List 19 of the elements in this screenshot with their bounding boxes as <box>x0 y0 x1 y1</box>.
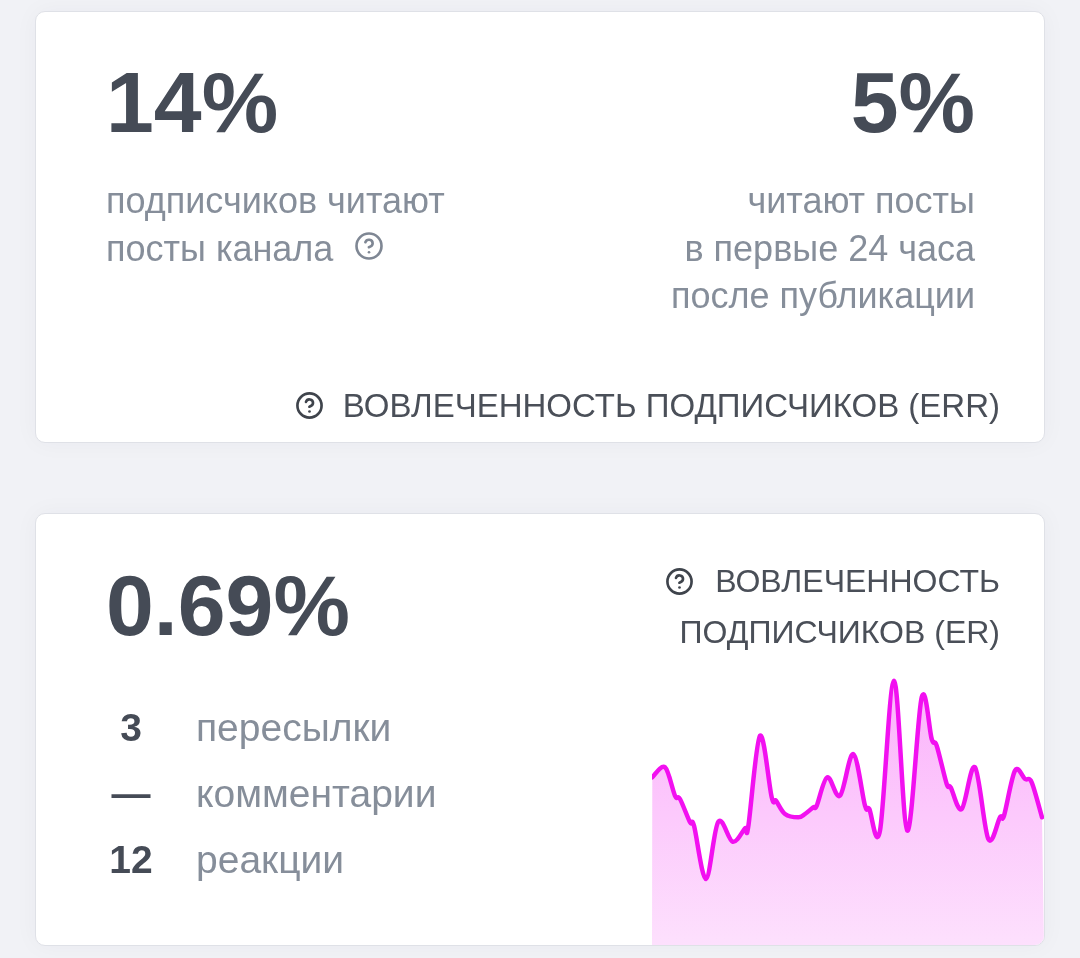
stat-value: 12 <box>109 836 153 883</box>
stat-label: пересылки <box>196 704 392 751</box>
metric-title: ВОВЛЕЧЕННОСТЬ <box>715 561 1000 601</box>
help-icon[interactable] <box>665 566 695 596</box>
metric-value: 14% <box>106 59 279 145</box>
stat-label: комментарии <box>196 770 437 817</box>
metric-caption: в первые 24 часа <box>684 226 975 271</box>
metric-caption: посты канала <box>106 226 334 271</box>
metric-caption: подписчиков читают <box>106 179 445 223</box>
metric-value: 5% <box>850 59 975 145</box>
metric-value: 0.69% <box>106 561 350 648</box>
stat-label: реакции <box>196 836 345 883</box>
metric-title: ПОДПИСЧИКОВ (ER) <box>679 612 1000 652</box>
metric-title: ВОВЛЕЧЕННОСТЬ ПОДПИСЧИКОВ (ERR) <box>342 385 1000 426</box>
stat-value: — <box>111 770 151 817</box>
stat-value: 3 <box>120 704 142 751</box>
metric-caption: после публикации <box>671 274 975 318</box>
help-icon[interactable] <box>294 391 324 420</box>
metric-caption: читают посты <box>747 179 975 223</box>
